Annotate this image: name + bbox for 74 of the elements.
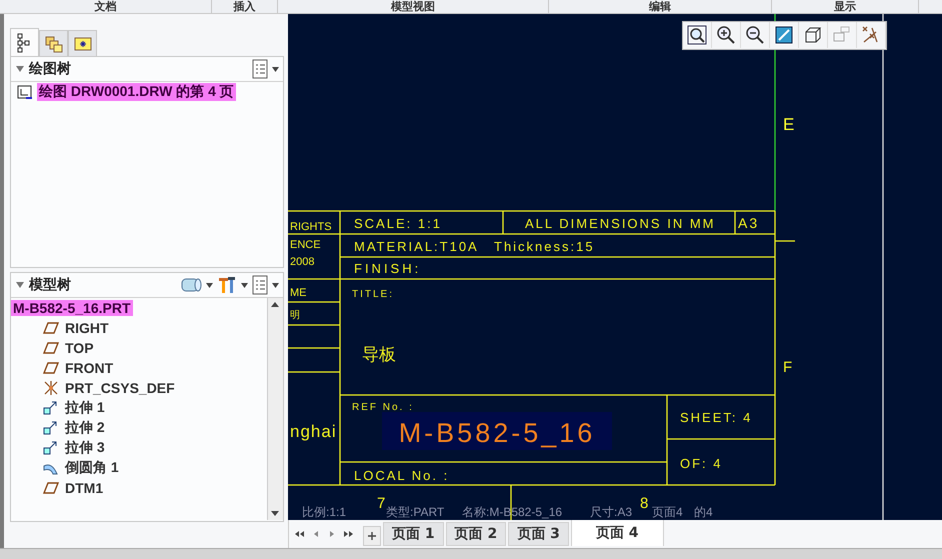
zone-label: E <box>783 115 794 134</box>
panel-title: 模型树 <box>29 276 72 294</box>
zone-label: 7 <box>377 495 386 512</box>
tree-item[interactable]: PRT_CSYS_DEF <box>63 380 177 396</box>
caret-icon[interactable] <box>241 282 248 288</box>
tree-item[interactable]: DTM1 <box>63 480 106 496</box>
caret-icon[interactable] <box>272 66 279 72</box>
datum-plane-icon <box>43 360 59 376</box>
sheet-tab[interactable]: 页面 2 <box>446 522 506 546</box>
list-icon[interactable] <box>252 275 268 295</box>
title-block-text: MATERIAL:T10A <box>354 239 479 254</box>
tree-item[interactable]: M-B582-5_16.PRT <box>11 300 132 316</box>
title-block-text: SCALE: 1:1 <box>354 216 442 231</box>
title-block-text: FINISH: <box>354 261 422 276</box>
reference-number: M-B582-5_16 <box>382 412 612 450</box>
tree-item[interactable]: 拉伸 3 <box>63 439 107 457</box>
status-text: 类型:PART <box>386 505 444 519</box>
extrude-icon <box>43 400 59 416</box>
datum-plane-icon <box>43 320 59 336</box>
title-block-text: RIGHTS <box>290 221 332 233</box>
title-block-text: OF: 4 <box>680 456 723 471</box>
drawing-title: 导板 <box>362 345 396 364</box>
plus-icon <box>367 531 377 541</box>
status-text: 页面4 <box>652 505 683 519</box>
title-block-text: 2008 <box>290 256 314 268</box>
sheet-tab[interactable]: 页面 3 <box>508 522 569 546</box>
datum-plane-icon <box>43 340 59 356</box>
tree-item[interactable]: FRONT <box>63 360 116 376</box>
ribbon-tab[interactable]: 插入 <box>212 0 278 13</box>
ribbon-tab[interactable]: 编辑 <box>549 0 772 13</box>
scrollbar[interactable] <box>267 298 283 520</box>
title-block-text: LOCAL No. : <box>354 468 450 483</box>
title-block-text: ENCE <box>290 239 321 251</box>
tree-item[interactable]: 拉伸 2 <box>63 419 107 437</box>
list-icon[interactable] <box>252 59 268 79</box>
ribbon-tab[interactable]: 文档 <box>0 0 212 13</box>
title-block-text: TITLE: <box>352 289 394 300</box>
extrude-icon <box>43 440 59 456</box>
navigator-tab[interactable] <box>10 28 39 56</box>
sheet-tab[interactable]: 页面 1 <box>383 522 444 546</box>
title-block-text: SHEET: 4 <box>680 410 752 425</box>
zone-label: F <box>783 359 792 376</box>
status-text: 尺寸:A3 <box>590 505 632 519</box>
collapse-triangle-icon[interactable] <box>15 64 25 74</box>
status-text: 的4 <box>694 505 713 519</box>
extrude-icon <box>43 420 59 436</box>
title-block-text: REF No. : <box>352 402 414 413</box>
title-block-text: nghai <box>290 422 337 441</box>
tree-item[interactable]: TOP <box>63 340 96 356</box>
sheet-tab[interactable]: 页面 4 <box>570 519 664 546</box>
caret-icon[interactable] <box>206 282 213 288</box>
tools-icon[interactable] <box>217 275 237 295</box>
tree-item[interactable]: RIGHT <box>63 320 111 336</box>
collapse-triangle-icon[interactable] <box>15 280 25 290</box>
title-block-text: Thickness:15 <box>494 239 595 254</box>
ribbon-tab[interactable]: 显示 <box>772 0 919 13</box>
zone-label: 8 <box>640 495 648 512</box>
sheet-icon <box>17 84 33 100</box>
status-text: 比例:1:1 <box>302 505 346 519</box>
ribbon-tab[interactable]: 模型视图 <box>278 0 549 13</box>
title-block-text: ME <box>290 287 306 299</box>
title-block-text: ALL DIMENSIONS IN MM <box>525 216 716 231</box>
navigator-tab[interactable] <box>68 30 97 56</box>
panel-title: 绘图树 <box>29 60 72 78</box>
title-block-text: 明 <box>290 310 300 321</box>
cylinder-icon[interactable] <box>180 276 202 294</box>
add-sheet-button[interactable] <box>363 526 381 546</box>
tree-item[interactable]: 拉伸 1 <box>63 399 107 417</box>
datum-plane-icon <box>43 480 59 496</box>
tree-item[interactable]: 绘图 DRW0001.DRW 的第 4 页 <box>37 83 236 101</box>
tree-item[interactable]: 倒圆角 1 <box>63 459 121 477</box>
coordinate-system-icon <box>43 380 59 396</box>
caret-icon[interactable] <box>272 282 279 288</box>
title-block-text: A3 <box>738 215 760 231</box>
